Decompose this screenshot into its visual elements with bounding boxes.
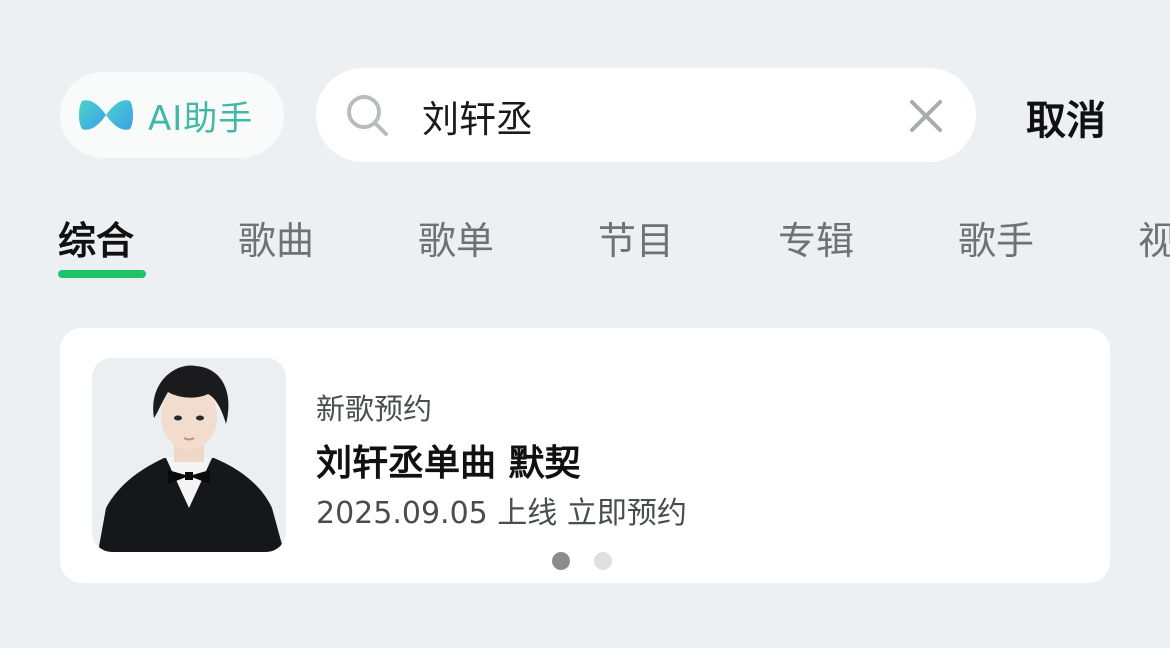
tab-artists[interactable]: 歌手	[958, 210, 1034, 265]
tab-playlists[interactable]: 歌单	[418, 210, 494, 265]
result-category-tabs: 综合 歌曲 歌单 节目 专辑 歌手 视	[0, 210, 1170, 290]
tab-programs[interactable]: 节目	[598, 210, 674, 265]
clear-search-icon[interactable]	[906, 96, 946, 136]
release-date-text: 2025.09.05 上线	[316, 496, 558, 531]
tab-all[interactable]: 综合	[58, 210, 134, 265]
card-release-line: 2025.09.05 上线 立即预约	[316, 488, 687, 532]
tab-albums[interactable]: 专辑	[778, 210, 854, 265]
presave-link[interactable]: 立即预约	[567, 496, 687, 531]
cancel-button[interactable]: 取消	[1026, 88, 1106, 146]
carousel-dot[interactable]	[594, 552, 612, 570]
card-kicker-label: 新歌预约	[316, 392, 433, 426]
artist-cover-image	[92, 358, 286, 552]
search-results-page: AI助手 取消 综合 歌曲 歌单 节目 专辑 歌手 视	[0, 0, 1170, 648]
ai-assistant-label: AI助手	[148, 98, 254, 139]
ai-assistant-button[interactable]: AI助手	[60, 72, 284, 158]
card-song-title: 刘轩丞单曲 默契	[316, 443, 581, 484]
artist-portrait-icon	[92, 358, 286, 552]
active-tab-indicator	[58, 270, 146, 278]
search-input[interactable]	[422, 90, 882, 142]
tab-videos[interactable]: 视	[1138, 210, 1170, 265]
tab-songs[interactable]: 歌曲	[238, 210, 314, 265]
search-icon	[347, 95, 388, 136]
ai-butterfly-logo-icon	[79, 100, 133, 130]
carousel-dot-active[interactable]	[552, 552, 570, 570]
